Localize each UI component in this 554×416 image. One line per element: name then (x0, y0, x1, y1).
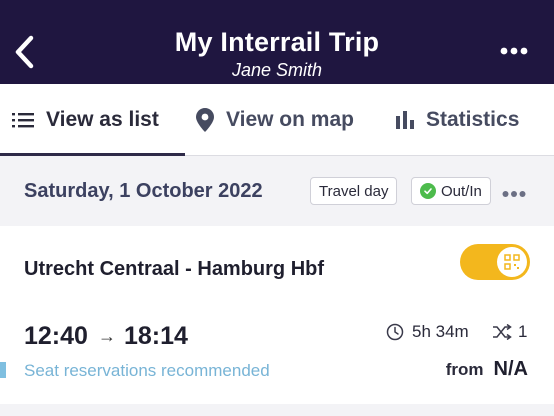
seat-reservation-note: Seat reservations recommended (24, 361, 270, 380)
duration-value: 5h 34m (412, 322, 469, 341)
more-horizontal-icon (502, 191, 526, 197)
tab-view-on-map[interactable]: View on map (196, 84, 354, 156)
day-header: Saturday, 1 October 2022 Travel day Out/… (0, 160, 554, 224)
page-title: My Interrail Trip (174, 27, 380, 57)
qr-code-icon (504, 254, 520, 270)
list-icon (12, 113, 34, 128)
toggle-knob (497, 247, 527, 277)
price-prefix: from (445, 360, 484, 379)
tab-label: Statistics (426, 108, 520, 131)
bar-chart-icon (396, 111, 414, 129)
trip-owner-name: Jane Smith (231, 60, 323, 80)
tab-label: View on map (226, 108, 354, 131)
shuffle-icon (493, 324, 512, 340)
out-in-badge[interactable]: Out/In (411, 177, 491, 205)
travel-day-badge[interactable]: Travel day (310, 177, 398, 205)
journey-duration: 5h 34m (386, 322, 469, 342)
seat-note-marker (0, 362, 6, 378)
tab-statistics[interactable]: Statistics (396, 84, 519, 156)
badge-label: Out/In (441, 182, 482, 200)
journey-changes: 1 (492, 322, 527, 342)
check-circle-icon (420, 183, 436, 199)
list-spacer (0, 404, 554, 416)
more-horizontal-icon (500, 47, 528, 55)
clock-icon (386, 323, 404, 341)
badge-label: Travel day (319, 182, 389, 200)
departure-time: 12:40 (24, 322, 88, 350)
journey-price: from N/A (446, 358, 528, 381)
journey-toggle[interactable] (460, 244, 530, 280)
price-value: N/A (493, 358, 528, 380)
active-tab-indicator (0, 153, 185, 156)
tab-view-as-list[interactable]: View as list (12, 84, 159, 156)
arrival-time: 18:14 (123, 322, 188, 350)
day-more-button[interactable] (502, 186, 526, 197)
header-more-button[interactable] (500, 44, 528, 56)
view-tabs: View as list View on map Statistics (0, 84, 554, 156)
changes-count: 1 (518, 322, 528, 341)
journey-card[interactable]: Utrecht Centraal - Hamburg Hbf 12:40 → 1… (0, 226, 554, 404)
app-header: My Interrail Trip Jane Smith (0, 0, 554, 84)
journey-route: Utrecht Centraal - Hamburg Hbf (24, 258, 325, 280)
journey-times: 12:40 → 18:14 (24, 322, 188, 351)
arrow-right-icon: → (97, 326, 116, 346)
map-pin-icon (196, 108, 214, 132)
day-date: Saturday, 1 October 2022 (24, 180, 263, 202)
tab-label: View as list (46, 108, 159, 131)
